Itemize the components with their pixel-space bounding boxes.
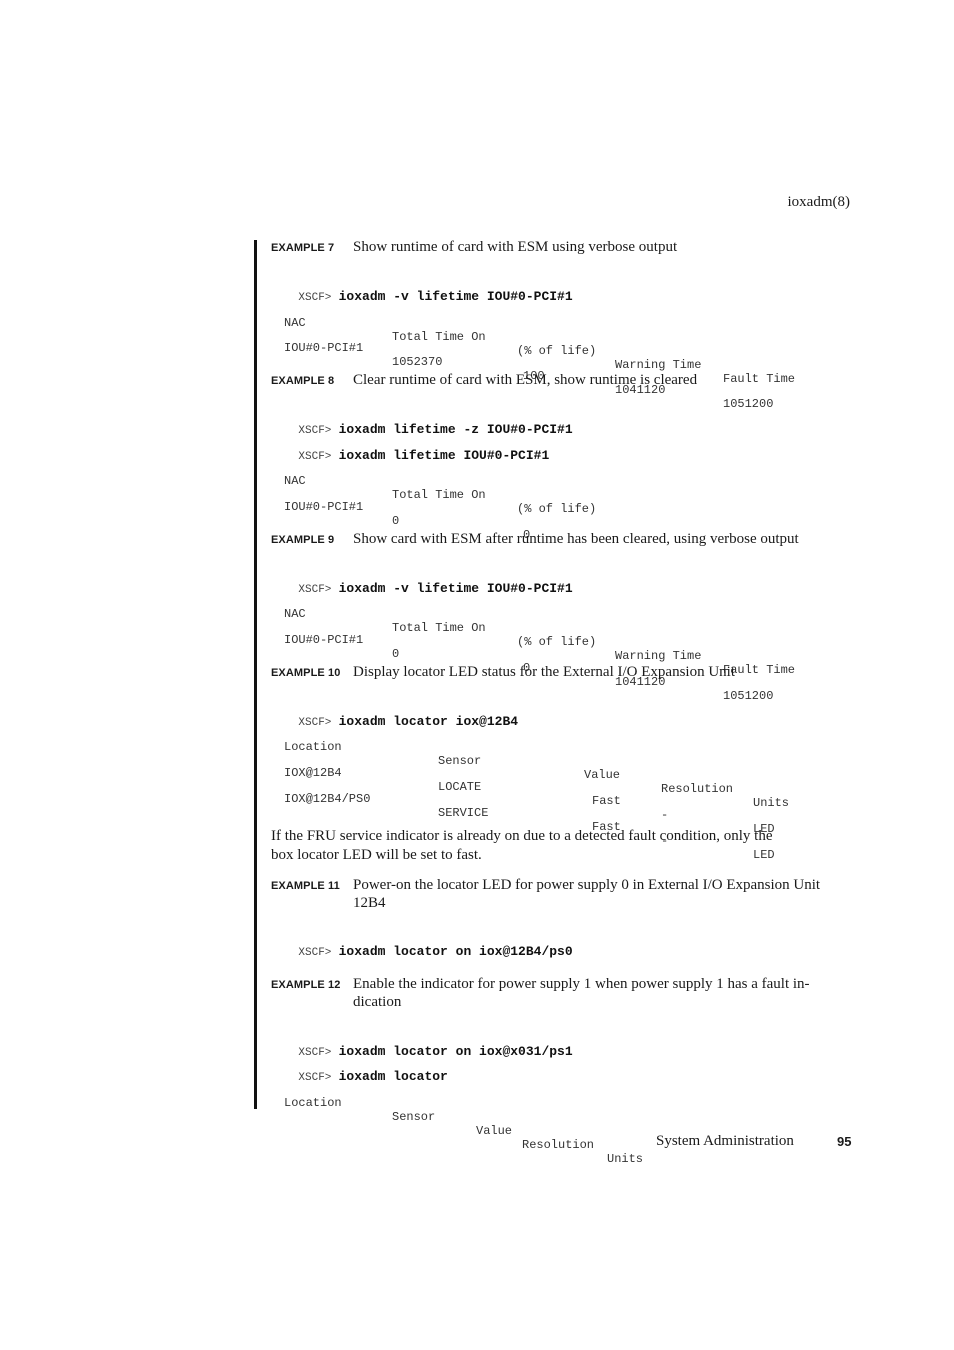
column-header: Resolution <box>522 1138 595 1152</box>
column-header: Units <box>753 796 790 810</box>
table-cell: IOU#0-PCI#1 <box>284 633 364 647</box>
footer-section-title: System Administration <box>656 1133 794 1149</box>
table-cell: 0 <box>392 514 400 528</box>
example-label: EXAMPLE 7 <box>271 242 335 254</box>
table-cell: Fast <box>592 794 621 808</box>
description-line: Power-on the locator LED for power suppl… <box>353 877 821 893</box>
command-line: XSCF> ioxadm lifetime IOU#0-PCI#1 <box>284 434 549 463</box>
command-line: XSCF> ioxadm locator on iox@12B4/ps0 <box>284 930 573 959</box>
example-label: EXAMPLE 8 <box>271 375 335 387</box>
example-12-title: EXAMPLE 12 Enable the indicator for powe… <box>271 975 856 1011</box>
prompt: XSCF> <box>298 947 332 959</box>
table-cell: SERVICE <box>438 806 489 820</box>
column-header: (% of life) <box>517 344 597 358</box>
column-header: (% of life) <box>517 502 597 516</box>
column-header: (% of life) <box>517 635 597 649</box>
paragraph-line: If the FRU service indicator is already … <box>271 828 773 844</box>
change-bar <box>254 240 257 1109</box>
column-header: Warning Time <box>615 358 702 372</box>
table-cell: 1051200 <box>723 689 774 703</box>
example-description: Enable the indicator for power supply 1 … <box>353 975 856 1011</box>
table-header-row: Location Sensor Value Resolution Units <box>284 1082 844 1166</box>
table-cell: - <box>661 808 669 822</box>
description-line: dication <box>353 994 402 1010</box>
table-header-row: Location Sensor Value Resolution Units <box>284 726 844 810</box>
table-cell: 0 <box>392 647 400 661</box>
example-description: Power-on the locator LED for power suppl… <box>353 876 856 912</box>
table-row: IOU#0-PCI#1 1052370 100 1041120 1051200 <box>284 327 844 411</box>
table-cell: 1051200 <box>723 397 774 411</box>
column-header: Location <box>284 1096 342 1110</box>
example-description: Display locator LED status for the Exter… <box>353 664 735 680</box>
example-10-title: EXAMPLE 10 Display locator LED status fo… <box>271 663 856 681</box>
example-11-title: EXAMPLE 11 Power-on the locator LED for … <box>271 876 856 912</box>
running-header: ioxadm(8) <box>787 194 850 210</box>
example-label: EXAMPLE 10 <box>271 667 341 679</box>
command-line: XSCF> ioxadm locator iox@12B4 <box>284 700 518 729</box>
command-line: XSCF> ioxadm lifetime -z IOU#0-PCI#1 <box>284 408 572 437</box>
command-line: XSCF> ioxadm -v lifetime IOU#0-PCI#1 <box>284 567 572 596</box>
description-line: 12B4 <box>353 895 386 911</box>
table-header-row: NAC Total Time On (% of life) <box>284 460 844 516</box>
column-header: Warning Time <box>615 649 702 663</box>
example-9-title: EXAMPLE 9 Show card with ESM after runti… <box>271 530 856 548</box>
table-row: IOU#0-PCI#1 0 0 <box>284 486 844 542</box>
paragraph-line: box locator LED will be set to fast. <box>271 847 482 863</box>
example-7-title: EXAMPLE 7 Show runtime of card with ESM … <box>271 238 856 256</box>
example-description: Show runtime of card with ESM using verb… <box>353 239 678 255</box>
table-row: IOX@12B4/PS0 SERVICE Fast - LED <box>284 778 844 862</box>
column-header: Sensor <box>392 1110 436 1124</box>
example-label: EXAMPLE 11 <box>271 880 340 892</box>
example-label: EXAMPLE 9 <box>271 534 335 546</box>
table-cell: IOU#0-PCI#1 <box>284 500 364 514</box>
example-description: Clear runtime of card with ESM, show run… <box>353 372 698 388</box>
column-header: Units <box>607 1152 644 1166</box>
table-cell: 1052370 <box>392 355 443 369</box>
table-cell: IOX@12B4/PS0 <box>284 792 371 806</box>
table-row: IOX@12B4 LOCATE Fast - LED <box>284 752 844 836</box>
column-header: Value <box>476 1124 513 1138</box>
example-8-title: EXAMPLE 8 Clear runtime of card with ESM… <box>271 371 856 389</box>
body-paragraph: If the FRU service indicator is already … <box>271 827 856 865</box>
command-line: XSCF> ioxadm locator <box>284 1055 447 1084</box>
table-cell: IOU#0-PCI#1 <box>284 341 364 355</box>
page-number: 95 <box>837 1134 852 1149</box>
table-header-row: NAC Total Time On (% of life) Warning Ti… <box>284 302 844 386</box>
description-line: Enable the indicator for power supply 1 … <box>353 976 810 992</box>
example-description: Show card with ESM after runtime has bee… <box>353 531 799 547</box>
example-label: EXAMPLE 12 <box>271 979 341 991</box>
table-row: IOU#0-PCI#1 0 0 1041120 1051200 <box>284 619 844 703</box>
command: ioxadm locator on iox@12B4/ps0 <box>338 944 573 959</box>
table-header-row: NAC Total Time On (% of life) Warning Ti… <box>284 593 844 677</box>
command-line: XSCF> ioxadm -v lifetime IOU#0-PCI#1 <box>284 275 572 304</box>
